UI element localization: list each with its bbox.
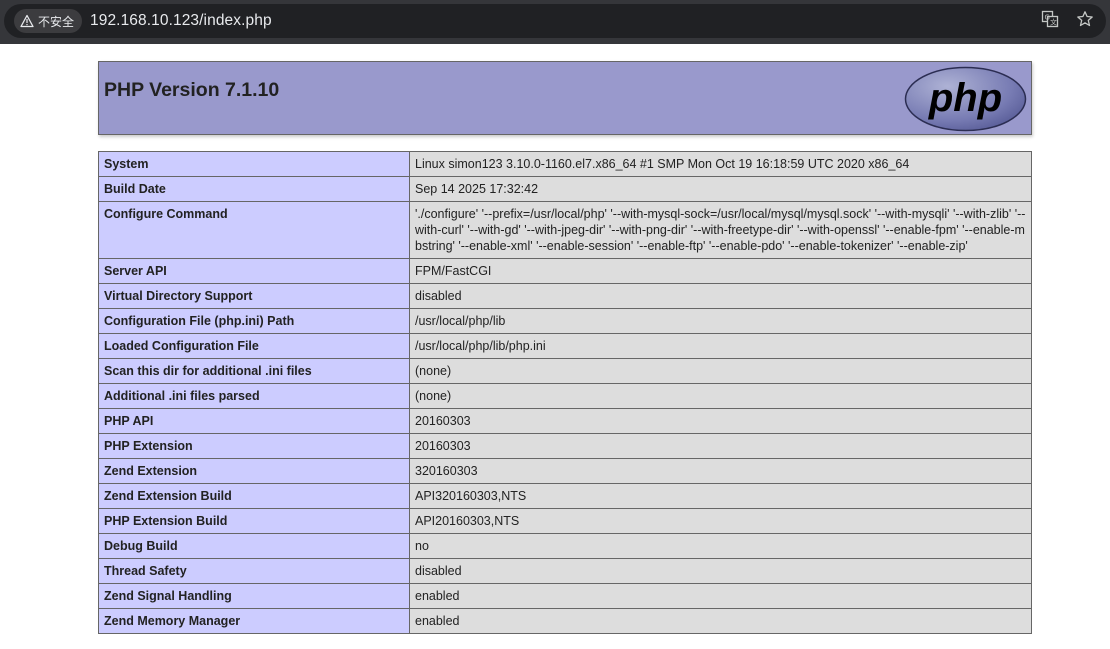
php-logo-text: php [928,76,1002,120]
row-value: 320160303 [409,458,1032,484]
table-row: Server API FPM/FastCGI [98,258,1032,284]
row-key: Configure Command [98,201,410,259]
row-key: Loaded Configuration File [98,333,410,359]
row-key: Zend Signal Handling [98,583,410,609]
table-row: Zend Signal Handling enabled [98,583,1032,609]
row-key: Build Date [98,176,410,202]
table-row: Additional .ini files parsed (none) [98,383,1032,409]
row-value: disabled [409,558,1032,584]
row-key: Zend Memory Manager [98,608,410,634]
row-key: PHP Extension Build [98,508,410,534]
bookmark-button[interactable] [1075,10,1095,33]
row-key: Zend Extension Build [98,483,410,509]
bookmark-star-icon [1076,10,1094,33]
row-value: 20160303 [409,408,1032,434]
table-row: Loaded Configuration File/usr/local/php/… [98,333,1032,359]
row-value: (none) [409,358,1032,384]
security-label: 不安全 [38,14,75,29]
table-row: PHP Extension 20160303 [98,433,1032,459]
page-title: PHP Version 7.1.10 [104,79,280,101]
table-row: Scan this dir for additional .ini files(… [98,358,1032,384]
row-key: Thread Safety [98,558,410,584]
table-row: Zend Extension Build API320160303,NTS [98,483,1032,509]
php-version-header: PHP Version 7.1.10 php [98,61,1032,135]
row-key: System [98,151,410,177]
row-key: Scan this dir for additional .ini files [98,358,410,384]
table-row: Build Date Sep 14 2025 17:32:42 [98,176,1032,202]
table-row: Thread Safety disabled [98,558,1032,584]
table-row: PHP Extension Build API20160303,NTS [98,508,1032,534]
row-value: API20160303,NTS [409,508,1032,534]
row-key: Server API [98,258,410,284]
table-row: PHP API 20160303 [98,408,1032,434]
row-key: Additional .ini files parsed [98,383,410,409]
row-key: Configuration File (php.ini) Path [98,308,410,334]
row-value: disabled [409,283,1032,309]
row-value: no [409,533,1032,559]
row-value: 20160303 [409,433,1032,459]
address-bar[interactable]: 不安全 192.168.10.123/index.php G 文 [4,4,1106,38]
row-value: (none) [409,383,1032,409]
warning-triangle-icon [20,14,34,28]
browser-toolbar: 不安全 192.168.10.123/index.php G 文 [0,0,1110,44]
translate-button[interactable]: G 文 [1040,10,1060,33]
row-value: FPM/FastCGI [409,258,1032,284]
row-key: Virtual Directory Support [98,283,410,309]
svg-text:文: 文 [1050,17,1057,26]
php-logo[interactable]: php [904,66,1027,132]
url-text[interactable]: 192.168.10.123/index.php [90,12,272,30]
table-row: Virtual Directory Support disabled [98,283,1032,309]
security-indicator-button[interactable]: 不安全 [14,9,83,33]
row-value: enabled [409,608,1032,634]
row-value: enabled [409,583,1032,609]
table-row: Configuration File (php.ini) Path/usr/lo… [98,308,1032,334]
phpinfo-page: PHP Version 7.1.10 php System Linux simon… [0,44,1110,649]
row-key: PHP Extension [98,433,410,459]
row-value: API320160303,NTS [409,483,1032,509]
row-key: Debug Build [98,533,410,559]
row-value: /usr/local/php/lib/php.ini [409,333,1032,359]
table-row: Zend Memory Manager enabled [98,608,1032,634]
row-value: './configure' '--prefix=/usr/local/php' … [409,201,1032,259]
table-row: System Linux simon123 3.10.0-1160.el7.x86… [98,151,1032,177]
row-value: Linux simon123 3.10.0-1160.el7.x86_64 #1… [409,151,1032,177]
table-row: Zend Extension 320160303 [98,458,1032,484]
row-value: Sep 14 2025 17:32:42 [409,176,1032,202]
row-key: Zend Extension [98,458,410,484]
translate-icon: G 文 [1041,10,1059,33]
row-value: /usr/local/php/lib [409,308,1032,334]
table-row: Debug Build no [98,533,1032,559]
php-info-table: System Linux simon123 3.10.0-1160.el7.x86… [98,151,1032,634]
table-row: Configure Command './configure' '--prefix… [98,201,1032,259]
row-key: PHP API [98,408,410,434]
